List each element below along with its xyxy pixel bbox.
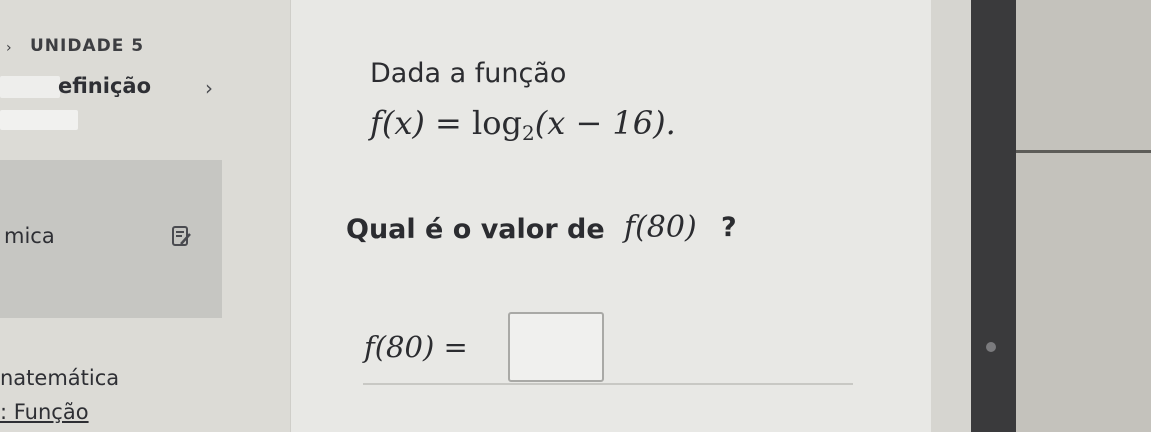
edit-note-icon[interactable] [172, 226, 192, 248]
unit-heading: UNIDADE 5 [30, 36, 145, 56]
frame-divider [1016, 150, 1151, 153]
sidebar-item-bar [0, 76, 60, 98]
topic-link[interactable]: : Função [0, 400, 89, 424]
chevron-right-icon: › [205, 76, 213, 100]
sidebar-item-label: efinição [58, 74, 152, 98]
answer-input[interactable] [508, 312, 604, 382]
answer-lhs: f(80) = [364, 330, 468, 364]
question-math: f(80) [624, 210, 697, 245]
exercise-panel: Dada a função f(x) = log2(x − 16). Qual … [291, 0, 931, 432]
sidebar-item-label: mica [4, 224, 55, 248]
question-mark: ? [721, 212, 737, 243]
sidebar-item-active[interactable]: mica [0, 160, 222, 318]
function-arg: (x − 16). [534, 104, 676, 142]
function-definition: f(x) = log2(x − 16). [370, 104, 676, 145]
exercise-intro: Dada a função [370, 58, 567, 89]
indicator-dot [986, 342, 996, 352]
frame-edge [971, 0, 1016, 432]
function-lhs: f(x) [370, 104, 425, 142]
sidebar: › UNIDADE 5 efinição › mica natemática :… [0, 0, 291, 432]
answer-divider [363, 383, 853, 385]
sidebar-item-definition[interactable]: efinição › [0, 66, 250, 106]
background-bezel [931, 0, 1151, 432]
function-base: 2 [522, 121, 535, 145]
function-equals: = [435, 104, 462, 142]
question-text: Qual é o valor de [346, 214, 605, 245]
course-label: natemática [0, 366, 120, 390]
frame-background [1016, 0, 1151, 432]
sidebar-item-bar[interactable] [0, 110, 78, 130]
function-log: log [472, 104, 522, 142]
unit-chevron-icon: › [6, 40, 12, 56]
